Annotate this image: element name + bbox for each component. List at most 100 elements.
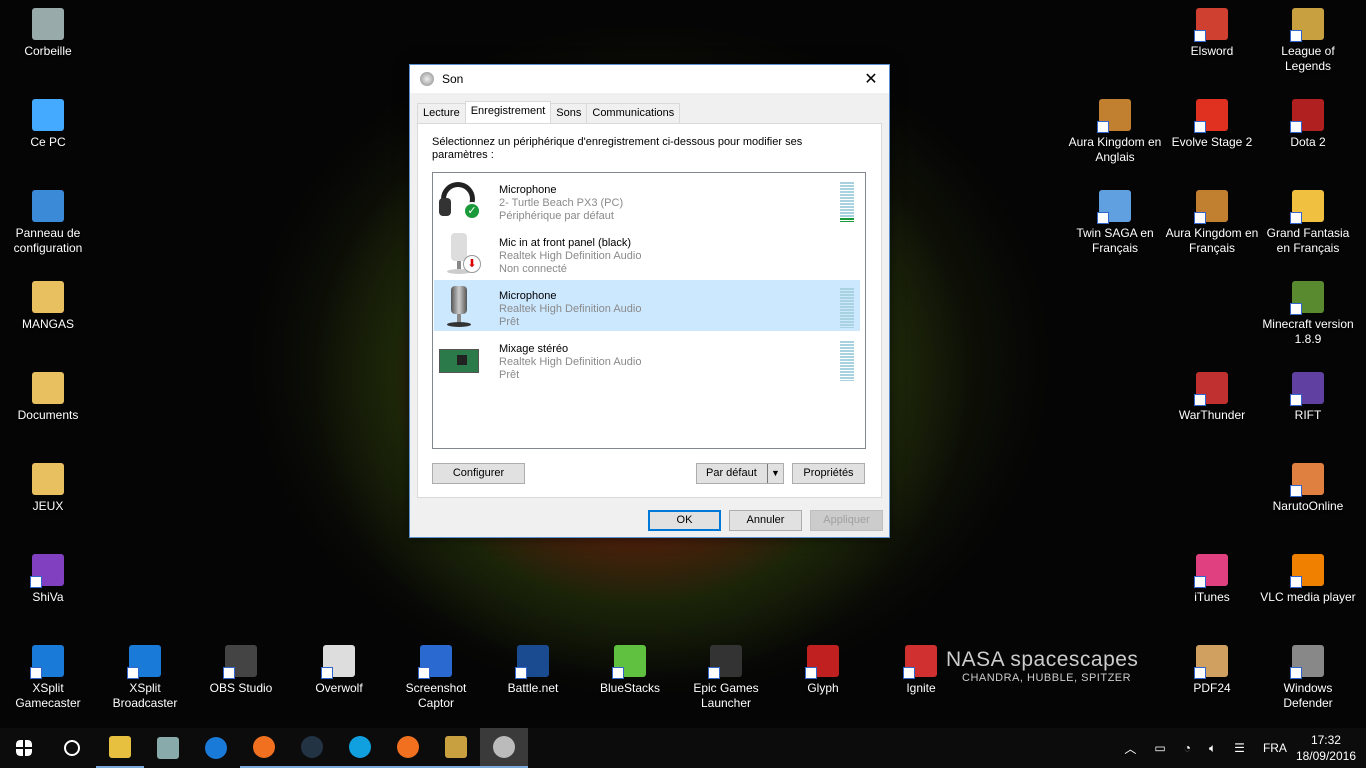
desktop-icon[interactable]: Aura Kingdom en Anglais	[1067, 95, 1163, 165]
desktop-icon[interactable]: Twin SAGA en Français	[1067, 186, 1163, 256]
desktop-icon-label: Epic Games Launcher	[693, 681, 759, 710]
desktop-icon[interactable]: VLC media player	[1260, 550, 1356, 605]
desktop-icon[interactable]: Overwolf	[291, 641, 387, 696]
start-button[interactable]	[0, 728, 48, 768]
desktop-icon-label: Ce PC	[30, 135, 66, 149]
taskbar-control-panel[interactable]	[144, 728, 192, 768]
action-center-icon[interactable]: ☰	[1234, 741, 1245, 755]
desktop-icon[interactable]: Windows Defender	[1260, 641, 1356, 711]
desktop-icon-label: Aura Kingdom en Anglais	[1068, 135, 1162, 164]
configure-button[interactable]: Configurer	[432, 463, 525, 484]
taskbar-league-of-legends[interactable]	[432, 728, 480, 768]
taskbar-skype[interactable]	[336, 728, 384, 768]
tab-enregistrement[interactable]: Enregistrement	[464, 101, 552, 123]
firefox-icon	[253, 736, 275, 758]
device-status: Périphérique par défaut	[499, 210, 614, 222]
desktop-icon[interactable]: Evolve Stage 2	[1164, 95, 1260, 150]
desktop-icon[interactable]: BlueStacks	[582, 641, 678, 696]
device-name: Mixage stéréo	[499, 343, 569, 355]
app-icon	[1290, 8, 1324, 42]
desktop-icon[interactable]: JEUX	[0, 459, 96, 514]
system-tray: ︿ ▭ ◔ 🔈︎ ☰ FRA 17:32 18/09/2016	[1115, 728, 1366, 768]
sound-card-icon	[439, 339, 479, 381]
set-default-label: Par défaut	[706, 467, 757, 479]
taskbar-firefox[interactable]	[240, 728, 288, 768]
device-list[interactable]: ✓ Microphone 2- Turtle Beach PX3 (PC) Périp…	[432, 172, 866, 449]
battery-icon[interactable]: ▭	[1154, 741, 1165, 755]
tab-lecture[interactable]: Lecture	[417, 103, 466, 123]
desktop-icon[interactable]: XSplit Gamecaster	[0, 641, 96, 711]
desktop-icon[interactable]: MANGAS	[0, 277, 96, 332]
device-row[interactable]: ⬇ Mic in at front panel (black) Realtek Hi…	[434, 227, 860, 278]
desktop-icon[interactable]: OBS Studio	[193, 641, 289, 696]
device-status: Prêt	[499, 316, 520, 328]
desktop-icon[interactable]: League of Legends	[1260, 4, 1356, 74]
desktop-icon[interactable]: Battle.net	[485, 641, 581, 696]
desktop-icon-label: Documents	[17, 408, 79, 422]
desktop-icon-label: NarutoOnline	[1272, 499, 1344, 513]
close-button[interactable]: ✕	[861, 69, 881, 89]
tab-communications[interactable]: Communications	[586, 103, 681, 123]
desktop-icon[interactable]: Minecraft version 1.8.9	[1260, 277, 1356, 347]
desktop-icon[interactable]: RIFT	[1260, 368, 1356, 423]
device-driver: 2- Turtle Beach PX3 (PC)	[499, 197, 624, 209]
chevron-down-icon[interactable]: ▼	[767, 464, 783, 483]
wifi-icon[interactable]: ◔	[1184, 741, 1191, 755]
desktop-icon[interactable]: Ce PC	[0, 95, 96, 150]
desktop-icon[interactable]: Corbeille	[0, 4, 96, 59]
desktop-icon[interactable]: NarutoOnline	[1260, 459, 1356, 514]
taskbar-sound[interactable]	[480, 728, 528, 768]
app-icon	[32, 281, 64, 313]
desktop-icon[interactable]: Elsword	[1164, 4, 1260, 59]
desktop-icon[interactable]: Documents	[0, 368, 96, 423]
app-icon	[1194, 99, 1228, 133]
device-row[interactable]: Microphone Realtek High Definition Audio P…	[434, 280, 860, 331]
ok-button[interactable]: OK	[648, 510, 721, 531]
desktop-icon[interactable]: iTunes	[1164, 550, 1260, 605]
clock[interactable]: 17:32 18/09/2016	[1296, 732, 1356, 764]
app-icon	[127, 645, 161, 679]
control-panel-icon	[157, 737, 179, 759]
device-name: Microphone	[499, 290, 557, 302]
desktop-icon[interactable]: Grand Fantasia en Français	[1260, 186, 1356, 256]
show-hidden-icons-icon[interactable]: ︿	[1124, 740, 1136, 757]
taskbar-steam[interactable]	[288, 728, 336, 768]
instruction-text: Sélectionnez un périphérique d'enregistr…	[432, 136, 803, 161]
device-status: Non connecté	[499, 263, 567, 275]
desktop-icon[interactable]: WarThunder	[1164, 368, 1260, 423]
desktop-icon[interactable]: Glyph	[775, 641, 871, 696]
sound-icon	[493, 736, 515, 758]
apply-button[interactable]: Appliquer	[810, 510, 883, 531]
desktop-icon[interactable]: PDF24	[1164, 641, 1260, 696]
desktop-icon[interactable]: Screenshot Captor	[388, 641, 484, 711]
app-icon	[418, 645, 452, 679]
desktop-icon[interactable]: XSplit Broadcaster	[97, 641, 193, 711]
league-of-legends-icon	[445, 736, 467, 758]
title-bar[interactable]: Son ✕	[410, 65, 889, 93]
date: 18/09/2016	[1295, 749, 1356, 763]
taskbar-firefox[interactable]	[384, 728, 432, 768]
app-icon	[612, 645, 646, 679]
taskbar-edge[interactable]	[192, 728, 240, 768]
desktop-icon-label: Aura Kingdom en Français	[1165, 226, 1259, 255]
language-indicator[interactable]: FRA	[1263, 741, 1287, 755]
desktop-icon[interactable]: Aura Kingdom en Français	[1164, 186, 1260, 256]
desktop-icon-label: Minecraft version 1.8.9	[1262, 317, 1354, 346]
taskbar-apps	[96, 728, 528, 768]
cortana-button[interactable]	[48, 728, 96, 768]
device-row[interactable]: Mixage stéréo Realtek High Definition Aud…	[434, 333, 860, 384]
desktop-icon-label: League of Legends	[1281, 44, 1335, 73]
taskbar-file-explorer[interactable]	[96, 728, 144, 768]
desktop-icon[interactable]: Epic Games Launcher	[678, 641, 774, 711]
device-row[interactable]: ✓ Microphone 2- Turtle Beach PX3 (PC) Périp…	[434, 174, 860, 225]
desktop-icon[interactable]: Dota 2	[1260, 95, 1356, 150]
desktop-icon[interactable]: ShiVa	[0, 550, 96, 605]
set-default-button[interactable]: Par défaut ▼	[696, 463, 784, 484]
tab-sons[interactable]: Sons	[550, 103, 588, 123]
cancel-button[interactable]: Annuler	[729, 510, 802, 531]
desktop-icon-label: Elsword	[1190, 44, 1234, 58]
volume-icon[interactable]: 🔈︎	[1209, 741, 1216, 756]
properties-button[interactable]: Propriétés	[792, 463, 865, 484]
desktop-icon[interactable]: Panneau de configuration	[0, 186, 96, 256]
device-name: Microphone	[499, 184, 557, 196]
